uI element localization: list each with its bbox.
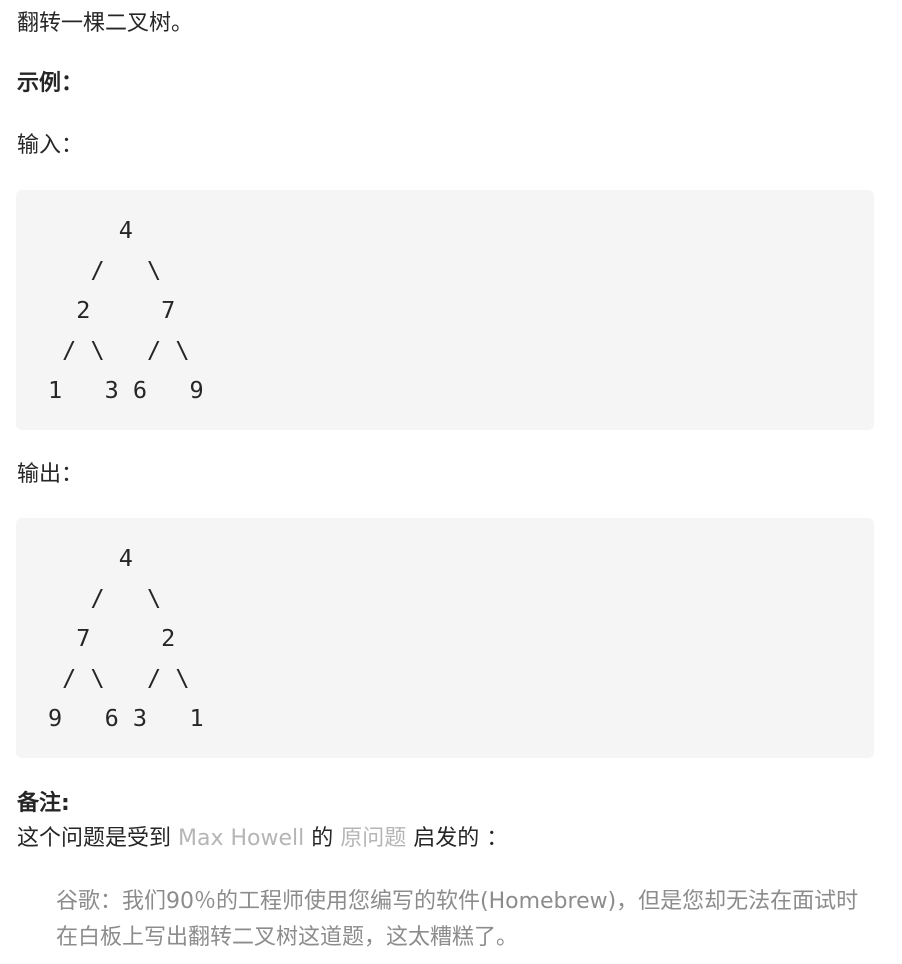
input-code-block: 4 / \ 2 7 / \ / \ 1 3 6 9 <box>16 190 874 430</box>
note-heading: 备注: <box>17 791 70 816</box>
max-howell-link[interactable]: Max Howell <box>178 826 304 851</box>
original-problem-link[interactable]: 原问题 <box>340 826 406 851</box>
problem-description: 翻转一棵二叉树。 示例： 输入： 4 / \ 2 7 / \ / \ 1 3 6… <box>0 0 902 964</box>
note-suffix: 启发的 ： <box>406 826 509 851</box>
note-prefix: 这个问题是受到 <box>17 826 178 851</box>
google-quote: 谷歌：我们90％的工程师使用您编写的软件(Homebrew)，但是您却无法在面试… <box>56 889 859 950</box>
problem-intro: 翻转一棵二叉树。 <box>17 11 194 36</box>
example-heading: 示例： <box>17 71 84 96</box>
input-tree: 4 / \ 2 7 / \ / \ 1 3 6 9 <box>48 216 204 404</box>
output-label: 输出： <box>17 462 84 487</box>
output-code-block: 4 / \ 7 2 / \ / \ 9 6 3 1 <box>16 518 874 758</box>
output-tree: 4 / \ 7 2 / \ / \ 9 6 3 1 <box>48 544 204 732</box>
input-label: 输入： <box>17 133 84 158</box>
note-middle: 的 <box>304 826 341 851</box>
note-text: 这个问题是受到 Max Howell 的 原问题 启发的 ： <box>17 822 508 856</box>
